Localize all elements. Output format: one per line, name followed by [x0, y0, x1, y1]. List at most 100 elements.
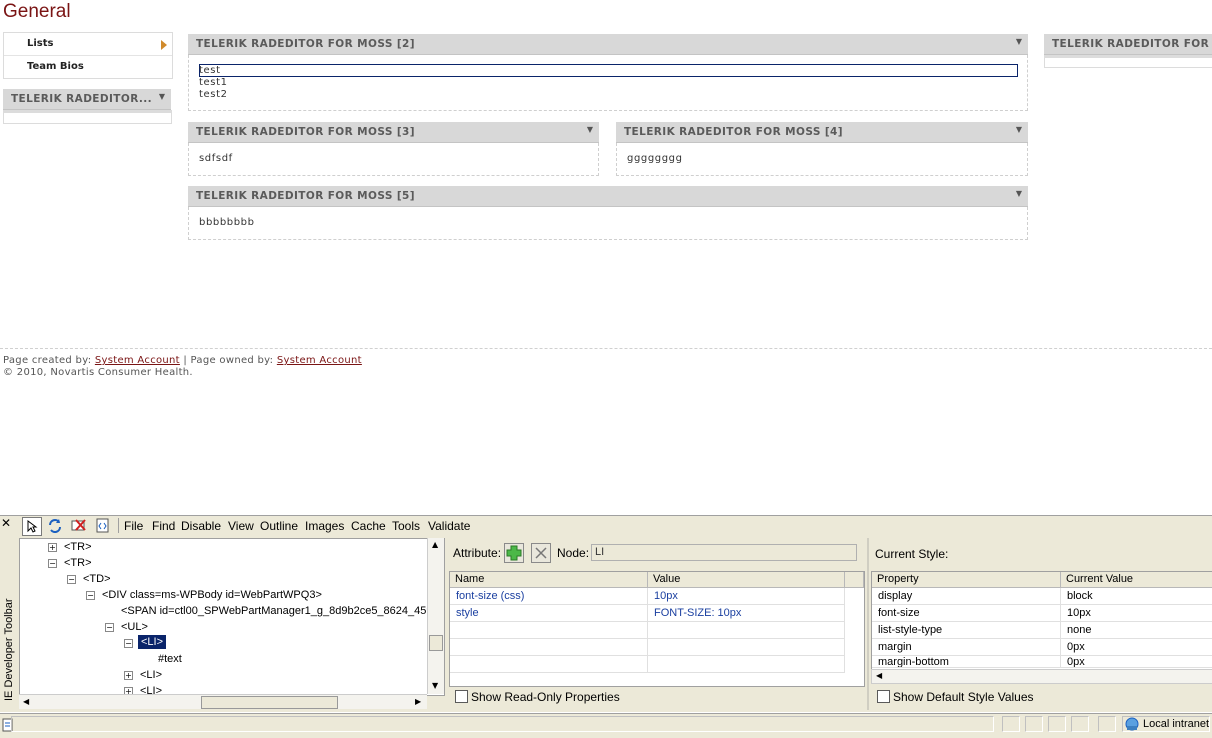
show-readonly-checkbox[interactable] [455, 690, 468, 703]
style-horizontal-scrollbar[interactable]: ◀ [871, 669, 1212, 684]
created-by-link[interactable]: System Account [95, 355, 180, 366]
scroll-thumb[interactable] [429, 635, 443, 651]
attribute-value[interactable]: 10px [648, 588, 845, 605]
webpart-menu-icon[interactable]: ▼ [1016, 189, 1022, 198]
flyout-arrow-icon[interactable] [161, 40, 167, 50]
tree-node[interactable]: <DIV class=ms-WPBody id=WebPartWPQ3> [102, 589, 322, 601]
menu-disable[interactable]: Disable [181, 519, 221, 533]
scroll-up-icon[interactable]: ▲ [432, 540, 438, 549]
list-item[interactable]: test2 [199, 89, 228, 100]
collapse-icon[interactable]: − [124, 639, 133, 648]
refresh-icon [49, 519, 61, 533]
clear-outlines-button[interactable] [70, 517, 88, 534]
status-panel [1002, 716, 1020, 732]
style-property[interactable]: list-style-type [872, 622, 1061, 639]
scroll-left-icon[interactable]: ◀ [876, 671, 882, 680]
style-value[interactable]: 10px [1061, 605, 1212, 622]
zone-panel[interactable]: Local intranet [1122, 716, 1210, 732]
node-label: Node: [557, 546, 590, 560]
style-value[interactable]: 0px [1061, 656, 1212, 668]
scroll-down-icon[interactable]: ▼ [432, 681, 438, 690]
owned-by-link[interactable]: System Account [277, 355, 362, 366]
style-property[interactable]: font-size [872, 605, 1061, 622]
select-element-button[interactable] [22, 517, 42, 536]
attribute-label: Attribute: [453, 546, 502, 560]
tree-node[interactable]: <TR> [64, 541, 92, 553]
view-source-button[interactable] [94, 517, 112, 534]
right-webpart-body [1044, 55, 1212, 68]
attribute-value[interactable]: FONT-SIZE: 10px [648, 605, 845, 622]
tree-horizontal-scrollbar[interactable]: ◀ ▶ [19, 694, 427, 709]
close-icon[interactable]: ✕ [1, 516, 11, 530]
webpart-title: TELERIK RADEDITOR FOR MOSS [3] [196, 126, 415, 138]
status-panel [1025, 716, 1043, 732]
menu-file[interactable]: File [124, 519, 143, 533]
webpart-menu-icon[interactable]: ▼ [159, 92, 165, 101]
attribute-name[interactable]: font-size (css) [450, 588, 648, 605]
copyright-text: © 2010, Novartis Consumer Health. [3, 367, 193, 378]
expand-icon[interactable]: + [124, 671, 133, 680]
tree-node[interactable]: #text [158, 653, 182, 665]
style-property[interactable]: margin [872, 639, 1061, 656]
current-style-label: Current Style: [875, 547, 949, 561]
show-default-checkbox[interactable] [877, 690, 890, 703]
delete-icon [535, 547, 547, 559]
node-field[interactable]: LI [591, 544, 857, 561]
webpart-4-header: TELERIK RADEDITOR FOR MOSS [4] ▼ [616, 122, 1028, 143]
style-property[interactable]: margin-bottom [872, 656, 1061, 668]
expand-icon[interactable]: + [48, 543, 57, 552]
webpart-title: TELERIK RADEDITOR... [11, 93, 153, 105]
scroll-left-icon[interactable]: ◀ [23, 697, 29, 706]
menu-find[interactable]: Find [152, 519, 175, 533]
style-value[interactable]: none [1061, 622, 1212, 639]
add-attribute-button[interactable] [504, 543, 524, 563]
menu-images[interactable]: Images [305, 519, 344, 533]
menu-cache[interactable]: Cache [351, 519, 386, 533]
quick-launch-lists[interactable]: Lists [27, 38, 53, 49]
tree-node[interactable]: <UL> [121, 621, 148, 633]
column-header-property[interactable]: Property [872, 572, 1061, 588]
tree-vertical-scrollbar[interactable]: ▲ ▼ [427, 538, 444, 694]
refresh-button[interactable] [46, 517, 64, 534]
tree-node[interactable]: <TD> [83, 573, 111, 585]
collapse-icon[interactable]: − [67, 575, 76, 584]
collapse-icon[interactable]: − [86, 591, 95, 600]
style-value[interactable]: 0px [1061, 639, 1212, 656]
style-property[interactable]: display [872, 588, 1061, 605]
webpart-menu-icon[interactable]: ▼ [1016, 125, 1022, 134]
status-panel [1048, 716, 1066, 732]
pointer-icon [27, 520, 38, 533]
show-default-label: Show Default Style Values [893, 690, 1034, 704]
menu-outline[interactable]: Outline [260, 519, 298, 533]
list-item[interactable]: test1 [199, 77, 228, 88]
webpart-menu-icon[interactable]: ▼ [587, 125, 593, 134]
clear-icon [71, 519, 86, 531]
list-item[interactable]: test [199, 65, 221, 76]
column-header-name[interactable]: Name [450, 572, 648, 588]
quick-launch-team-bios[interactable]: Team Bios [27, 61, 84, 72]
webpart-content: gggggggg [627, 153, 683, 164]
webpart-menu-icon[interactable]: ▼ [1016, 37, 1022, 46]
style-value[interactable]: block [1061, 588, 1212, 605]
right-webpart-header: TELERIK RADEDITOR FOR ... [1044, 34, 1212, 55]
dom-tree[interactable]: + <TR> − <TR> − <TD> − <DIV class=ms-WPB… [19, 538, 445, 696]
show-readonly-label: Show Read-Only Properties [471, 690, 620, 704]
tree-node[interactable]: <TR> [64, 557, 92, 569]
attribute-name[interactable]: style [450, 605, 648, 622]
tree-node[interactable]: <SPAN id=ctl00_SPWebPartManager1_g_8d9b2… [121, 605, 439, 617]
menu-validate[interactable]: Validate [428, 519, 470, 533]
menu-tools[interactable]: Tools [392, 519, 420, 533]
column-header-value[interactable]: Value [648, 572, 845, 588]
delete-attribute-button[interactable] [531, 543, 551, 563]
menu-view[interactable]: View [228, 519, 254, 533]
tree-node[interactable]: <LI> [140, 669, 162, 681]
collapse-icon[interactable]: − [48, 559, 57, 568]
page-footer: Page created by: System Account | Page o… [3, 355, 362, 379]
column-header-current-value[interactable]: Current Value [1061, 572, 1212, 588]
collapse-icon[interactable]: − [105, 623, 114, 632]
scroll-right-icon[interactable]: ▶ [415, 697, 421, 706]
webpart-5-body: bbbbbbbb [188, 207, 1028, 240]
footer-divider [0, 348, 1212, 349]
tree-node-selected[interactable]: <LI> [138, 635, 167, 649]
scroll-thumb[interactable] [201, 696, 338, 709]
